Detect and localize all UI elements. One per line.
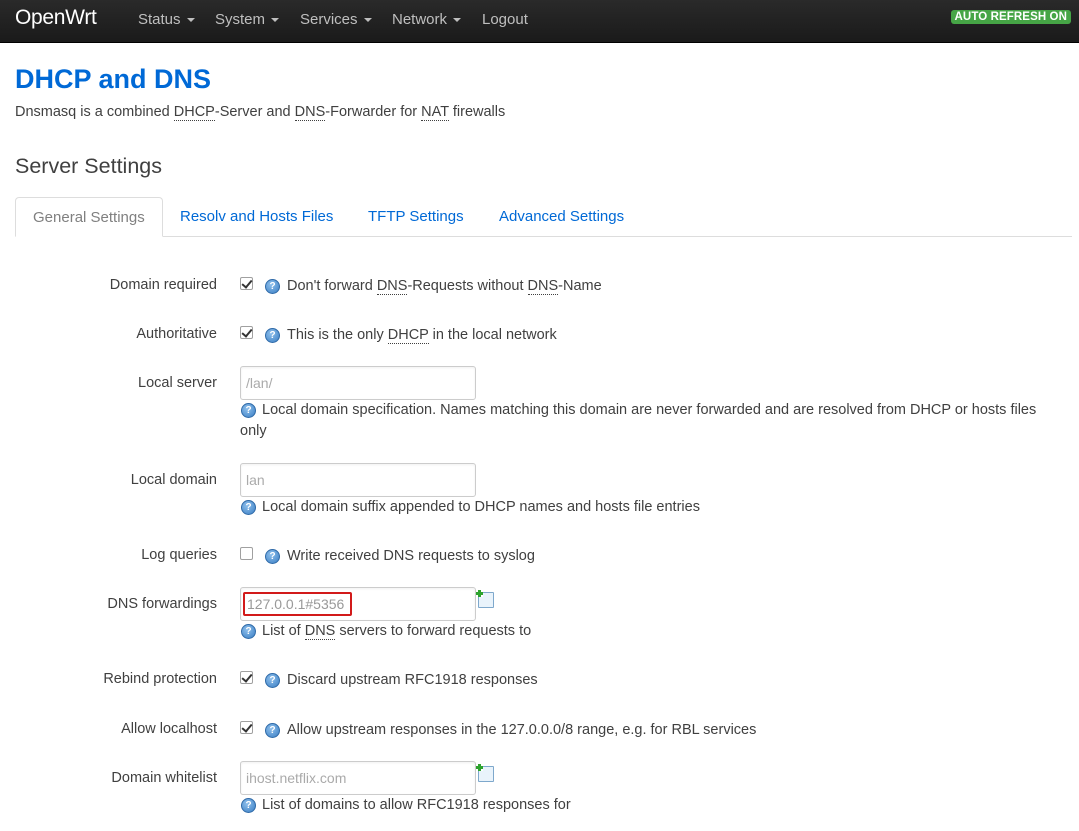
auto-refresh-badge[interactable]: AUTO REFRESH ON	[950, 10, 1071, 24]
domain-required-checkbox[interactable]	[240, 277, 253, 290]
nav-logout-link[interactable]: Logout	[482, 11, 528, 28]
allow-localhost-label: Allow localhost	[121, 721, 217, 737]
allow-localhost-help: Allow upstream responses in the 127.0.0.…	[287, 722, 757, 738]
local-server-help-cont: only	[240, 423, 267, 439]
help-icon: ?	[241, 403, 256, 418]
page-title: DHCP and DNS	[15, 64, 212, 94]
abbr-dns: DNS	[304, 623, 336, 640]
dns-forwardings-label: DNS forwardings	[107, 596, 217, 612]
authoritative-label: Authoritative	[136, 326, 217, 342]
abbr-dhcp: DHCP	[173, 104, 215, 121]
allow-localhost-checkbox[interactable]	[240, 721, 253, 734]
help-icon: ?	[265, 328, 280, 343]
local-server-help: Local domain specification. Names matchi…	[262, 402, 1037, 418]
help-fragment: Don't forward	[287, 278, 377, 294]
abbr-dns: DNS	[527, 278, 559, 295]
tab-tftp-settings[interactable]: TFTP Settings	[351, 197, 481, 237]
add-entry-icon[interactable]	[476, 590, 494, 608]
abbr-nat: NAT	[421, 104, 449, 121]
abbr-dns: DNS	[376, 278, 408, 295]
authoritative-checkbox[interactable]	[240, 326, 253, 339]
help-fragment: in the local network	[428, 327, 557, 343]
plus-icon	[478, 764, 481, 771]
caret-down-icon	[363, 18, 372, 23]
help-icon: ?	[265, 723, 280, 738]
help-icon: ?	[241, 624, 256, 639]
nav-status-menu[interactable]: Status	[138, 11, 195, 28]
dns-forwardings-value-highlight[interactable]: 127.0.0.1#5356	[243, 592, 352, 616]
help-icon: ?	[265, 673, 280, 688]
help-fragment: List of	[262, 623, 305, 639]
caret-down-icon	[271, 18, 280, 23]
help-icon: ?	[241, 798, 256, 813]
desc-text: -Server and	[214, 104, 295, 120]
local-domain-input[interactable]	[240, 463, 476, 497]
tab-resolv-hosts-files[interactable]: Resolv and Hosts Files	[163, 197, 350, 237]
local-domain-label: Local domain	[130, 472, 217, 488]
nav-network-menu[interactable]: Network	[392, 11, 462, 28]
brand-logo[interactable]: OpenWrt	[15, 6, 97, 30]
abbr-dns: DNS	[294, 104, 326, 121]
help-fragment: -Requests without	[407, 278, 528, 294]
desc-text: Dnsmasq is a combined	[15, 104, 174, 120]
caret-down-icon	[186, 18, 195, 23]
local-server-label: Local server	[138, 375, 217, 391]
log-queries-label: Log queries	[141, 547, 217, 563]
domain-required-help: Don't forward DNS-Requests without DNS-N…	[287, 278, 602, 295]
rebind-protection-checkbox[interactable]	[240, 671, 253, 684]
tab-advanced-settings[interactable]: Advanced Settings	[482, 197, 641, 237]
dns-forwardings-help: List of DNS servers to forward requests …	[262, 623, 532, 640]
caret-down-icon	[453, 18, 462, 23]
rebind-protection-label: Rebind protection	[103, 671, 217, 687]
help-icon: ?	[265, 279, 280, 294]
domain-whitelist-help: List of domains to allow RFC1918 respons…	[262, 797, 571, 813]
nav-status-label: Status	[138, 11, 181, 28]
nav-system-label: System	[215, 11, 266, 28]
tab-general-settings[interactable]: General Settings	[15, 197, 163, 237]
domain-whitelist-label: Domain whitelist	[111, 770, 217, 786]
help-fragment: This is the only	[287, 327, 388, 343]
top-navbar: OpenWrt Status System Services Network L…	[0, 0, 1079, 43]
log-queries-checkbox[interactable]	[240, 547, 253, 560]
nav-network-label: Network	[392, 11, 448, 28]
authoritative-help: This is the only DHCP in the local netwo…	[287, 327, 557, 344]
local-domain-help: Local domain suffix appended to DHCP nam…	[262, 499, 700, 515]
local-server-input[interactable]	[240, 366, 476, 400]
rebind-protection-help: Discard upstream RFC1918 responses	[287, 672, 538, 688]
help-icon: ?	[241, 500, 256, 515]
plus-icon	[478, 590, 481, 597]
nav-services-label: Services	[300, 11, 358, 28]
abbr-dhcp: DHCP	[387, 327, 429, 344]
help-fragment: -Name	[558, 278, 602, 294]
desc-text: -Forwarder for	[325, 104, 422, 120]
help-icon: ?	[265, 549, 280, 564]
domain-required-label: Domain required	[109, 277, 217, 293]
section-title: Server Settings	[15, 154, 162, 178]
add-entry-icon[interactable]	[476, 764, 494, 782]
page-description: Dnsmasq is a combined DHCP-Server and DN…	[15, 104, 506, 121]
log-queries-help: Write received DNS requests to syslog	[287, 548, 535, 564]
help-fragment: servers to forward requests to	[335, 623, 532, 639]
nav-services-menu[interactable]: Services	[300, 11, 372, 28]
desc-text: firewalls	[448, 104, 506, 120]
domain-whitelist-input[interactable]	[240, 761, 476, 795]
nav-system-menu[interactable]: System	[215, 11, 280, 28]
